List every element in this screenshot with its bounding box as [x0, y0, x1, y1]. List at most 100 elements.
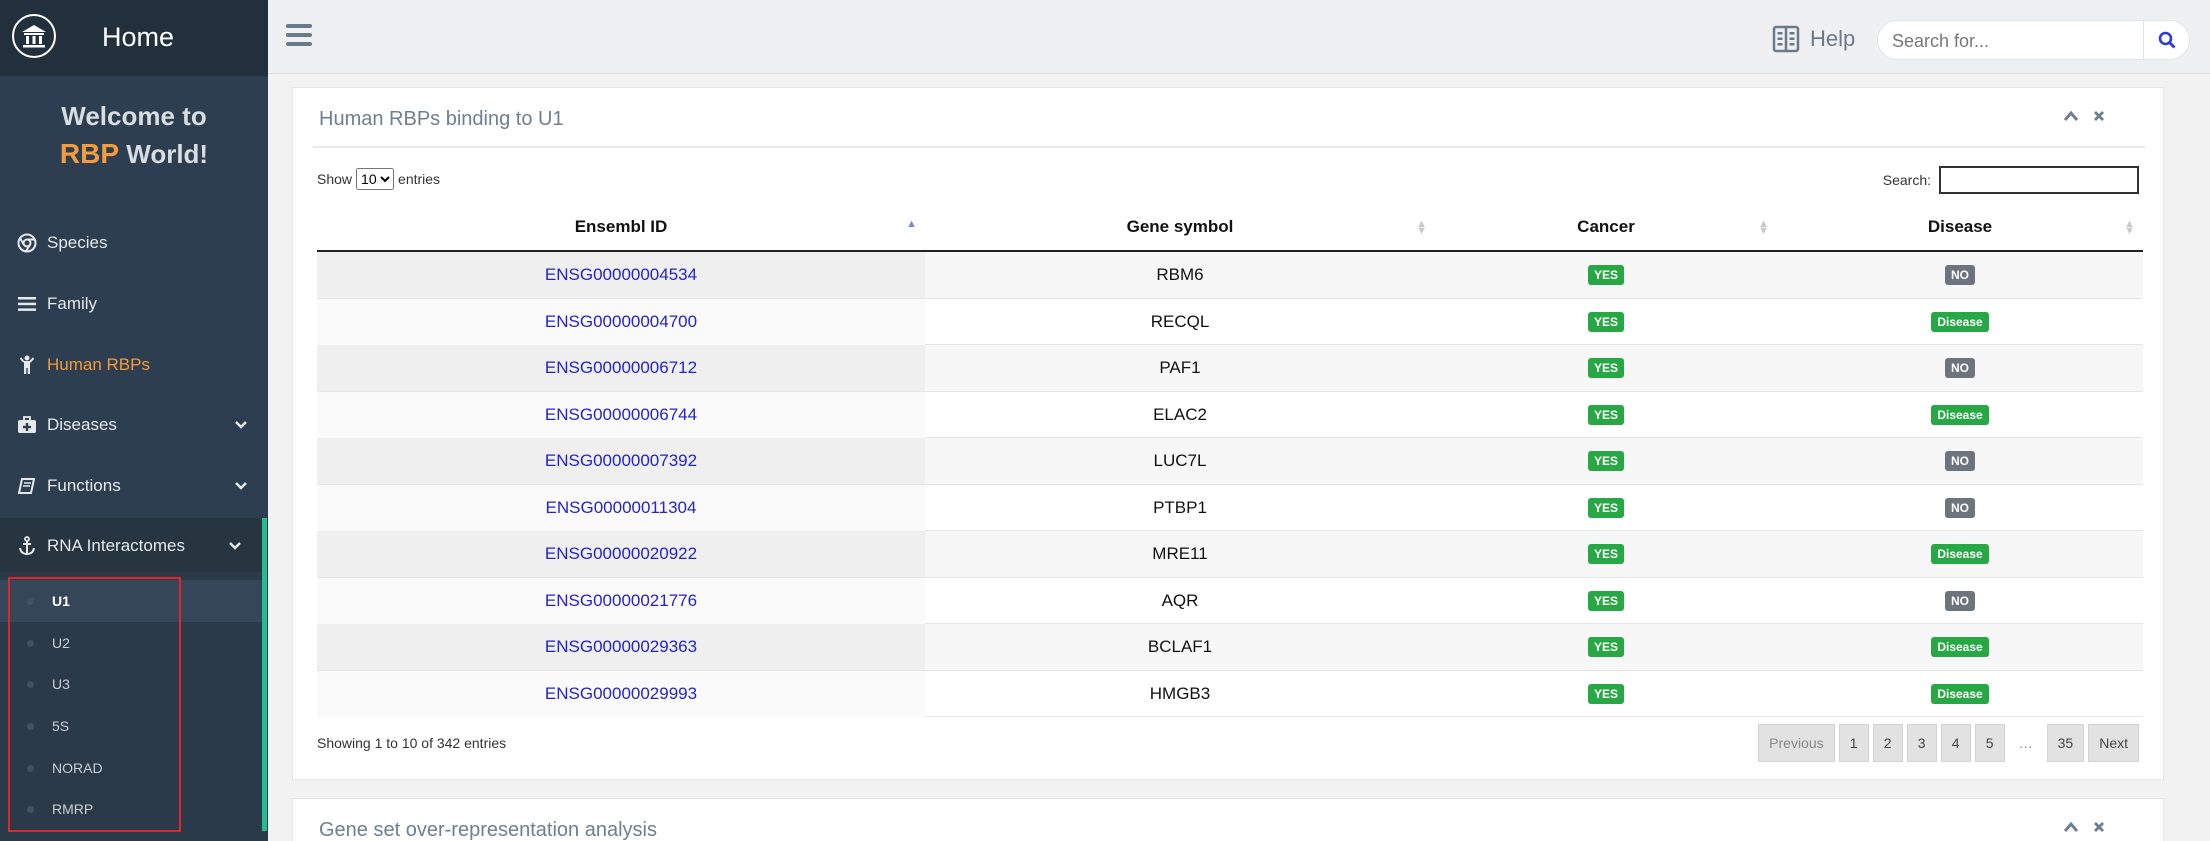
column-cancer[interactable]: Cancer ▲ ▼: [1435, 202, 1777, 252]
cell-cancer: YES: [1435, 252, 1777, 298]
cell-ensembl-id: ENSG00000007392: [317, 438, 925, 484]
cancer-badge: YES: [1587, 544, 1624, 564]
ensembl-link[interactable]: ENSG00000007392: [545, 451, 697, 471]
page-button[interactable]: 5: [1974, 724, 2005, 762]
column-label: Cancer: [1577, 217, 1635, 236]
disease-badge: NO: [1945, 497, 1975, 518]
sidebar-item-species[interactable]: Species: [0, 215, 268, 271]
cell-gene-symbol: PTBP1: [1153, 497, 1207, 517]
search-input[interactable]: [1892, 28, 2132, 54]
table-row: ENSG00000007392 LUC7L YES NO: [317, 438, 2143, 485]
sort-icon: ▲: [906, 218, 917, 230]
sort-icon: ▲ ▼: [2124, 218, 2135, 237]
submenu-indicator: [262, 518, 267, 831]
table-row: ENSG00000004700 RECQL YES Disease: [317, 298, 2143, 345]
ensembl-link[interactable]: ENSG00000006744: [545, 405, 697, 425]
manual-icon: [1772, 25, 1800, 53]
disease-badge: NO: [1945, 265, 1975, 285]
sidebar-item-rna-interactomes[interactable]: RNA Interactomes: [0, 518, 268, 574]
table-row: ENSG00000011304 PTBP1 YES NO: [317, 484, 2143, 531]
close-icon[interactable]: [2093, 821, 2105, 833]
table-row: ENSG00000006744 ELAC2 YES Disease: [317, 391, 2143, 438]
previous-button[interactable]: Previous: [1758, 724, 1835, 762]
cancer-badge: YES: [1587, 590, 1624, 611]
close-icon[interactable]: [2093, 110, 2105, 122]
table-row: ENSG00000006712 PAF1 YES NO: [317, 345, 2143, 392]
next-button[interactable]: Next: [2088, 724, 2139, 762]
cell-ensembl-id: ENSG00000004534: [317, 252, 925, 298]
cell-cancer: YES: [1435, 531, 1777, 577]
search-button[interactable]: [2143, 21, 2189, 59]
sidebar-item-diseases[interactable]: Diseases: [0, 397, 268, 453]
cell-ensembl-id: ENSG00000006744: [317, 391, 925, 438]
global-search: [1877, 20, 2190, 60]
cancer-badge: YES: [1587, 265, 1624, 285]
disease-badge: Disease: [1931, 311, 1989, 332]
cell-disease: Disease: [1777, 671, 2143, 717]
table-row: ENSG00000020922 MRE11 YES Disease: [317, 531, 2143, 578]
cell-disease: Disease: [1777, 299, 2143, 345]
cell-gene-symbol: RECQL: [1150, 311, 1210, 331]
table-search-input[interactable]: [1939, 166, 2139, 194]
brand-bar[interactable]: Home: [0, 0, 268, 76]
ensembl-link[interactable]: ENSG00000011304: [546, 498, 697, 518]
column-ensembl-id[interactable]: Ensembl ID ▲: [317, 202, 925, 252]
cell-gene-symbol: RBM6: [1156, 265, 1204, 284]
brand-title[interactable]: Home: [102, 22, 174, 53]
help-label: Help: [1810, 26, 1856, 51]
sidebar-item-functions[interactable]: Functions: [0, 458, 268, 514]
cell-disease: NO: [1777, 252, 2143, 298]
page-button[interactable]: 3: [1906, 724, 1937, 762]
sidebar-item-label: Species: [47, 233, 108, 252]
cell-disease: NO: [1777, 485, 2143, 531]
chevron-down-icon: [228, 538, 242, 555]
show-label: Show: [317, 171, 353, 187]
cancer-badge: YES: [1587, 683, 1624, 704]
column-label: Ensembl ID: [574, 217, 668, 236]
book-icon: [16, 475, 38, 497]
table-row: ENSG00000004534 RBM6 YES NO: [317, 252, 2143, 299]
cell-disease: Disease: [1777, 624, 2143, 670]
gene-set-panel: Gene set over-representation analysis: [292, 798, 2164, 841]
cell-cancer: YES: [1435, 485, 1777, 531]
table-body: ENSG00000004534 RBM6 YES NO ENSG00000004700 R…: [317, 252, 2143, 717]
ensembl-link[interactable]: ENSG00000006712: [545, 358, 697, 378]
page-button[interactable]: 35: [2046, 724, 2085, 762]
ensembl-link[interactable]: ENSG00000004700: [545, 312, 697, 332]
panel-tools: [2063, 821, 2105, 833]
welcome-line1: Welcome to: [61, 101, 207, 131]
chevron-down-icon: [234, 417, 248, 434]
help-link[interactable]: Help: [1772, 24, 1855, 54]
data-table: Ensembl ID ▲ Gene symbol ▲ ▼ Cancer ▲ ▼ Di…: [317, 202, 2143, 717]
ensembl-link[interactable]: ENSG00000029363: [545, 637, 697, 657]
disease-badge: NO: [1945, 451, 1975, 471]
page-button[interactable]: 4: [1940, 724, 1971, 762]
sidebar-item-family[interactable]: Family: [0, 276, 268, 332]
page-length-select[interactable]: 10: [356, 168, 395, 190]
sidebar-item-label: Functions: [47, 476, 121, 495]
page-button[interactable]: 2: [1872, 724, 1903, 762]
bars-icon: [16, 293, 38, 315]
welcome-world: World!: [126, 139, 209, 169]
column-disease[interactable]: Disease ▲ ▼: [1777, 202, 2143, 252]
ensembl-link[interactable]: ENSG00000004534: [545, 265, 697, 285]
column-gene-symbol[interactable]: Gene symbol ▲ ▼: [925, 202, 1435, 252]
cell-ensembl-id: ENSG00000011304: [317, 484, 925, 531]
cell-cancer: YES: [1435, 438, 1777, 484]
collapse-icon[interactable]: [2063, 110, 2079, 122]
ensembl-link[interactable]: ENSG00000021776: [545, 591, 697, 611]
ensembl-link[interactable]: ENSG00000029993: [545, 684, 697, 704]
collapse-icon[interactable]: [2063, 821, 2079, 833]
page-button[interactable]: 1: [1838, 724, 1869, 762]
sidebar-item-human-rbps[interactable]: Human RBPs: [0, 337, 268, 393]
chrome-icon: [16, 232, 38, 254]
menu-toggle-icon[interactable]: [286, 24, 312, 46]
ensembl-link[interactable]: ENSG00000020922: [545, 544, 697, 564]
cancer-badge: YES: [1587, 404, 1624, 425]
cancer-badge: YES: [1587, 497, 1624, 518]
panel-title: Gene set over-representation analysis: [319, 819, 657, 841]
search-icon: [2158, 31, 2175, 49]
chevron-down-icon: [234, 478, 248, 495]
pagination-ellipsis: …: [2018, 735, 2033, 751]
cell-ensembl-id: ENSG00000021776: [317, 577, 925, 624]
